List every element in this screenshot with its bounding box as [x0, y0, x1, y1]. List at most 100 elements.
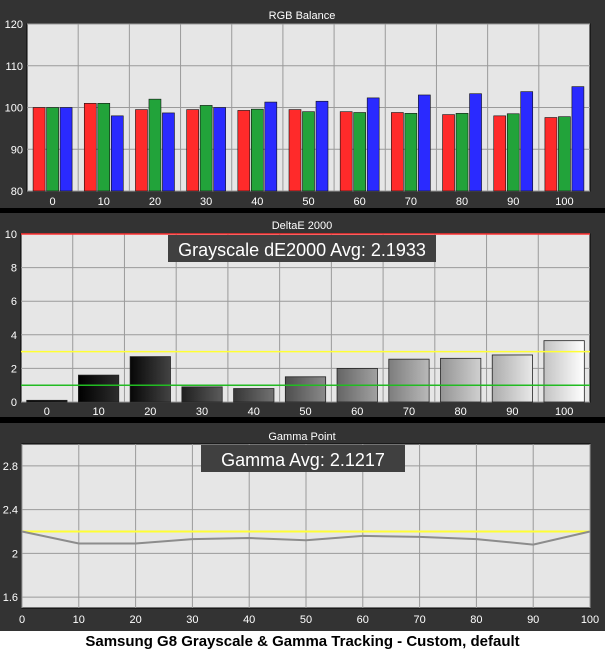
- gamma-xtick-label: 50: [300, 614, 312, 626]
- deltae-ytick-label: 0: [11, 397, 17, 409]
- deltae-xtick-label: 30: [196, 406, 208, 418]
- rgb-ytick-label: 90: [11, 144, 23, 156]
- rgb-bar-green: [46, 107, 59, 192]
- deltae-title: DeltaE 2000: [272, 220, 333, 232]
- rgb-bar-green: [251, 108, 264, 192]
- rgb-bar-red: [237, 110, 251, 192]
- rgb-bar-blue: [469, 93, 482, 192]
- rgb-bar-green: [455, 113, 469, 192]
- rgb-xtick-label: 40: [251, 196, 263, 208]
- rgb-ytick-label: 100: [5, 103, 23, 115]
- deltae-bar: [284, 376, 327, 403]
- rgb-xtick-label: 20: [149, 196, 161, 208]
- gamma-ytick-label: 2.4: [3, 505, 18, 517]
- rgb-bar-blue: [366, 97, 380, 192]
- gamma-xtick-label: 70: [413, 614, 425, 626]
- deltae-xtick-label: 80: [455, 406, 467, 418]
- rgb-bar-red: [186, 109, 199, 192]
- deltae-xtick-label: 10: [92, 406, 104, 418]
- rgb-xtick-label: 100: [555, 196, 573, 208]
- rgb-bar-red: [135, 109, 148, 192]
- gamma-xtick-label: 100: [581, 614, 599, 626]
- rgb-bar-blue: [59, 107, 73, 192]
- gamma-ytick-label: 2.8: [3, 461, 18, 473]
- gamma-title: Gamma Point: [268, 431, 335, 443]
- rgb-xtick-label: 0: [50, 196, 56, 208]
- rgb-bar-blue: [571, 86, 585, 192]
- deltae-bar: [78, 374, 120, 403]
- rgb-xtick-label: 70: [405, 196, 417, 208]
- rgb-ytick-label: 80: [11, 186, 23, 198]
- deltae-bar: [543, 340, 585, 403]
- gamma-annotation: Gamma Avg: 2.1217: [221, 450, 385, 470]
- rgb-xtick-label: 50: [302, 196, 314, 208]
- rgb-bar-green: [404, 113, 418, 192]
- rgb-bar-red: [83, 103, 97, 192]
- rgb-bar-blue: [315, 100, 329, 192]
- rgb-bar-blue: [264, 101, 278, 192]
- deltae-xtick-label: 0: [44, 406, 50, 418]
- deltae-xtick-label: 90: [506, 406, 518, 418]
- rgb-bar-red: [32, 107, 46, 192]
- rgb-bar-green: [97, 103, 111, 192]
- rgb-bar-blue: [162, 112, 175, 192]
- rgb-bar-red: [339, 111, 353, 192]
- charts-svg: RGB Balance DeltaE 2000 Gamma Point 8090…: [0, 0, 605, 631]
- rgb-plot: 80 90 100 110 120 0 10 20 30 40 50 60 70 80 90 100: [5, 19, 591, 208]
- deltae-ytick-label: 2: [11, 363, 17, 375]
- deltae-bar: [388, 358, 430, 403]
- deltae-bar: [491, 354, 533, 403]
- rgb-bar-blue: [213, 107, 226, 192]
- rgb-bar-blue: [110, 115, 124, 192]
- deltae-ytick-label: 10: [5, 229, 17, 241]
- gamma-xtick-label: 80: [470, 614, 482, 626]
- gamma-xtick-label: 0: [19, 614, 25, 626]
- rgb-xtick-label: 30: [200, 196, 212, 208]
- deltae-xtick-label: 20: [144, 406, 156, 418]
- chart-panels: RGB Balance DeltaE 2000 Gamma Point 80 90…: [0, 0, 605, 631]
- rgb-bar-blue: [520, 91, 534, 192]
- rgb-bar-red: [391, 112, 404, 192]
- gamma-ytick-label: 2: [12, 548, 18, 560]
- rgb-bar-green: [506, 113, 520, 192]
- deltae-ytick-label: 6: [11, 296, 17, 308]
- deltae-bar: [26, 399, 68, 403]
- gamma-xtick-label: 20: [129, 614, 141, 626]
- rgb-ytick-label: 120: [5, 19, 23, 31]
- deltae-bar: [181, 386, 223, 403]
- rgb-xtick-label: 10: [98, 196, 110, 208]
- deltae-bar: [233, 388, 275, 403]
- rgb-bar-green: [302, 111, 315, 192]
- gamma-xtick-label: 10: [73, 614, 85, 626]
- rgb-bar-green: [148, 98, 162, 192]
- rgb-bar-red: [544, 117, 558, 192]
- rgb-bar-green: [558, 116, 571, 192]
- rgb-xtick-label: 80: [456, 196, 468, 208]
- gamma-xtick-label: 40: [243, 614, 255, 626]
- gamma-ytick-label: 1.6: [3, 592, 18, 604]
- rgb-title: RGB Balance: [269, 10, 336, 22]
- rgb-bar-red: [442, 114, 455, 192]
- deltae-xtick-label: 60: [351, 406, 363, 418]
- rgb-xtick-label: 90: [507, 196, 519, 208]
- deltae-annotation: Grayscale dE2000 Avg: 2.1933: [178, 240, 426, 260]
- rgb-bar-blue: [418, 94, 431, 192]
- gamma-xtick-label: 60: [357, 614, 369, 626]
- gamma-xtick-label: 90: [527, 614, 539, 626]
- rgb-bar-red: [288, 109, 302, 192]
- rgb-bar-green: [199, 105, 213, 192]
- chart-caption: Samsung G8 Grayscale & Gamma Tracking - …: [0, 631, 605, 652]
- deltae-bar: [129, 356, 171, 403]
- deltae-xtick-label: 40: [248, 406, 260, 418]
- deltae-ytick-label: 4: [11, 330, 17, 342]
- rgb-bar-green: [353, 112, 366, 192]
- deltae-bar: [440, 357, 482, 403]
- deltae-xtick-label: 50: [299, 406, 311, 418]
- rgb-xtick-label: 60: [354, 196, 366, 208]
- rgb-ytick-label: 110: [5, 61, 23, 73]
- rgb-bar-red: [493, 115, 507, 192]
- deltae-ytick-label: 8: [11, 263, 17, 275]
- gamma-xtick-label: 30: [186, 614, 198, 626]
- deltae-xtick-label: 70: [403, 406, 415, 418]
- deltae-xtick-label: 100: [555, 406, 573, 418]
